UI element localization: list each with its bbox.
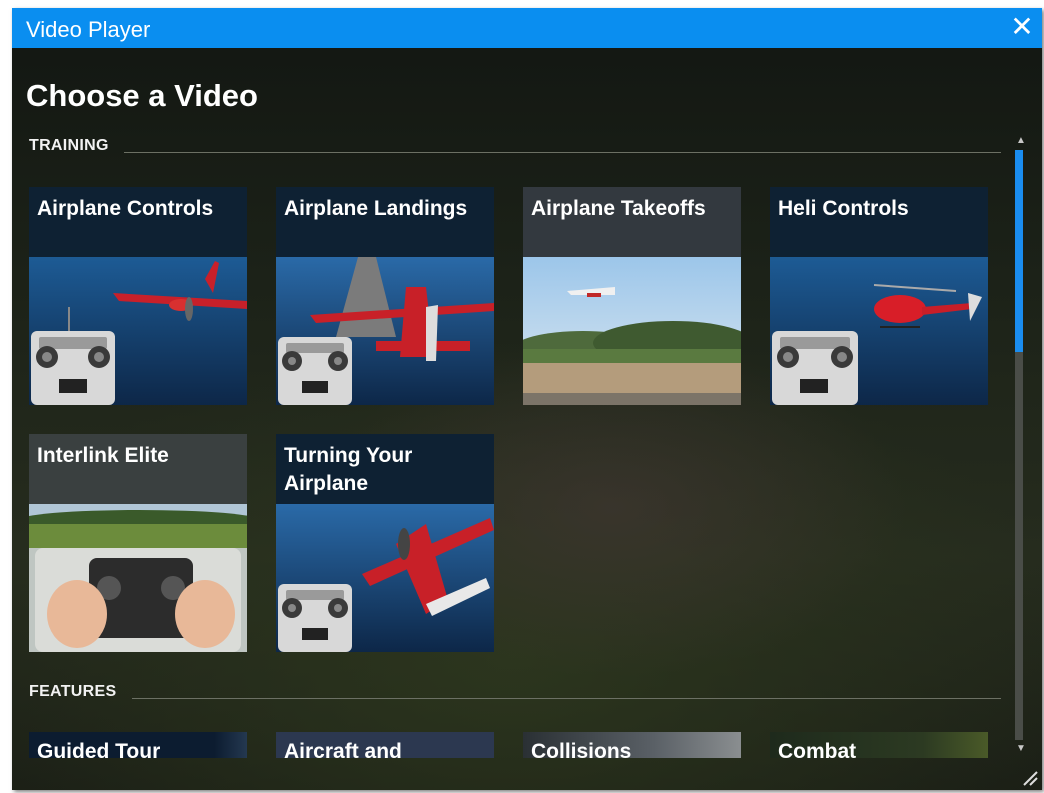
video-title: Airplane Takeoffs (523, 187, 741, 257)
title-bar[interactable]: Video Player ✕ (12, 8, 1042, 48)
transmitter (772, 331, 858, 405)
thumbnail-heli-controls (770, 257, 988, 405)
section-label-features: FEATURES (29, 683, 117, 700)
video-tile-combat[interactable]: Combat (770, 732, 988, 758)
video-title: Guided Tour (37, 740, 161, 758)
video-tile-turning-your-airplane[interactable]: Turning Your Airplane (276, 434, 494, 652)
scroll-down-icon[interactable]: ▼ (1013, 742, 1029, 756)
video-title: Interlink Elite (29, 434, 247, 504)
transmitter (278, 337, 352, 405)
video-tile-airplane-controls[interactable]: Airplane Controls (29, 187, 247, 405)
thumbnail-airplane-controls (29, 257, 247, 405)
thumbnail-turning-your-airplane (276, 504, 494, 652)
thumbnail-airplane-takeoffs (523, 257, 741, 405)
video-tile-heli-controls[interactable]: Heli Controls (770, 187, 988, 405)
close-icon[interactable]: ✕ (1008, 13, 1036, 41)
video-tile-airplane-landings[interactable]: Airplane Landings (276, 187, 494, 405)
video-tile-airplane-takeoffs[interactable]: Airplane Takeoffs (523, 187, 741, 405)
video-title: Heli Controls (770, 187, 988, 257)
video-player-window: Video Player ✕ Choose a Video TRAINING A… (12, 8, 1042, 790)
thumbnail-interlink-elite (29, 504, 247, 652)
features-row: Guided Tour Aircraft and Collisions Comb… (29, 732, 1011, 758)
transmitter (278, 584, 352, 652)
video-title: Collisions (531, 740, 632, 758)
window-title: Video Player (26, 17, 151, 42)
vertical-scrollbar[interactable]: ▲ ▼ (1013, 132, 1029, 758)
section-label-training: TRAINING (29, 137, 109, 154)
video-tile-collisions[interactable]: Collisions (523, 732, 741, 758)
section-divider (124, 152, 1001, 153)
video-title: Aircraft and (284, 740, 402, 758)
section-divider (132, 698, 1001, 699)
video-title: Airplane Landings (276, 187, 494, 257)
scroll-up-icon[interactable]: ▲ (1013, 134, 1029, 148)
scroll-thumb[interactable] (1015, 150, 1023, 352)
resize-grip-icon[interactable] (1020, 768, 1038, 786)
video-tile-aircraft-and[interactable]: Aircraft and (276, 732, 494, 758)
video-title: Combat (778, 740, 857, 758)
video-title: Turning Your Airplane (276, 434, 494, 504)
thumbnail-airplane-landings (276, 257, 494, 405)
video-tile-guided-tour[interactable]: Guided Tour (29, 732, 247, 758)
video-tile-interlink-elite[interactable]: Interlink Elite (29, 434, 247, 652)
video-title: Airplane Controls (29, 187, 247, 257)
page-title: Choose a Video (26, 78, 258, 113)
